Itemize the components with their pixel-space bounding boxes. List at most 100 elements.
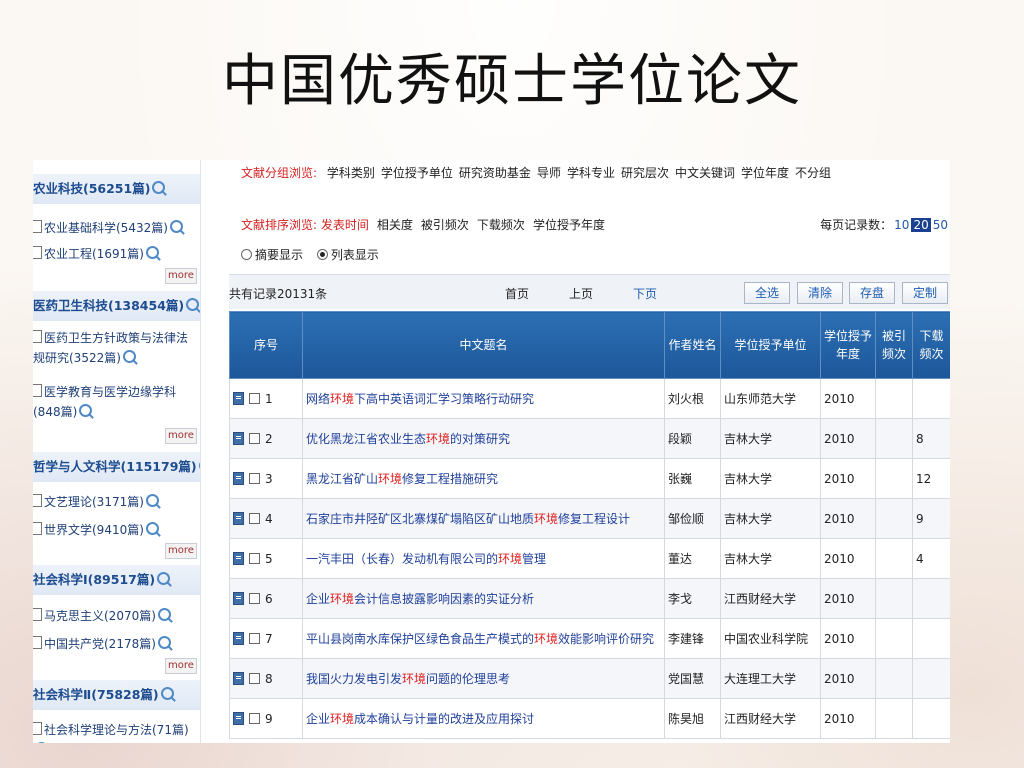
row-checkbox[interactable] (249, 392, 260, 404)
search-icon[interactable] (145, 522, 159, 535)
checkbox[interactable] (33, 636, 42, 649)
category-label[interactable]: 哲学与人文科学(115179篇) (33, 459, 197, 474)
search-icon[interactable] (157, 636, 171, 649)
title-text[interactable]: 的对策研究 (450, 432, 510, 446)
more-button[interactable]: more (165, 543, 197, 559)
category-head-social-2[interactable]: 社会科学Ⅱ(75828篇) (33, 680, 200, 710)
display-mode-list[interactable]: 列表显示 (331, 248, 379, 262)
author-cell[interactable]: 李建锋 (664, 618, 721, 659)
title-text[interactable]: 一汽丰田（长春）发动机有限公司的 (306, 552, 498, 566)
unit-cell[interactable]: 大连理工大学 (720, 658, 821, 699)
prev-page-link[interactable]: 上页 (569, 285, 593, 302)
header-year[interactable]: 学位授予年度 (820, 311, 876, 379)
category-head-agriculture[interactable]: 农业科技(56251篇) (33, 174, 200, 204)
document-icon[interactable] (233, 711, 244, 725)
header-downloads[interactable]: 下载频次 (912, 311, 950, 379)
title-text[interactable]: 成本确认与计量的改进及应用探讨 (354, 712, 534, 726)
group-option[interactable]: 学位年度 (741, 166, 789, 180)
title-text[interactable]: 企业 (306, 592, 330, 606)
search-icon[interactable] (122, 350, 136, 363)
select-all-button[interactable]: 全选 (744, 282, 791, 304)
table-row[interactable]: 3 黑龙江省矿山环境修复工程措施研究 张巍 吉林大学 2010 12 (229, 458, 950, 499)
sort-option[interactable]: 被引频次 (421, 218, 469, 232)
title-cell[interactable]: 石家庄市井陉矿区北寨煤矿塌陷区矿山地质环境修复工程设计 (302, 498, 665, 539)
group-option[interactable]: 不分组 (795, 166, 831, 180)
title-keyword[interactable]: 环境 (402, 672, 426, 686)
more-button[interactable]: more (165, 428, 197, 444)
search-icon[interactable] (35, 742, 48, 743)
group-option[interactable]: 研究资助基金 (459, 166, 531, 180)
subcategory-item[interactable]: 农业工程(1691篇) (33, 244, 200, 264)
search-icon[interactable] (79, 404, 93, 417)
title-text[interactable]: 平山县岗南水库保护区绿色食品生产模式的 (306, 632, 534, 646)
author-cell[interactable]: 党国慧 (664, 658, 721, 699)
group-option[interactable]: 研究层次 (621, 166, 669, 180)
search-icon[interactable] (157, 608, 171, 621)
subcategory-item[interactable]: 文艺理论(3171篇) (33, 492, 200, 512)
radio-abstract[interactable] (241, 249, 252, 260)
table-row[interactable]: 6 企业环境会计信息披露影响因素的实证分析 李戈 江西财经大学 2010 (229, 578, 950, 619)
row-checkbox[interactable] (249, 512, 260, 524)
group-option[interactable]: 学科类别 (327, 166, 375, 180)
search-icon[interactable] (157, 572, 171, 585)
group-option[interactable]: 导师 (537, 166, 561, 180)
subcategory-item[interactable]: 农业基础科学(5432篇) (33, 218, 200, 238)
document-icon[interactable] (233, 671, 244, 685)
title-cell[interactable]: 优化黑龙江省农业生态环境的对策研究 (302, 418, 665, 459)
document-icon[interactable] (233, 631, 244, 645)
title-text[interactable]: 会计信息披露影响因素的实证分析 (354, 592, 534, 606)
checkbox[interactable] (33, 246, 42, 259)
document-icon[interactable] (233, 511, 244, 525)
title-keyword[interactable]: 环境 (378, 472, 402, 486)
table-row[interactable]: 9 企业环境成本确认与计量的改进及应用探讨 陈昊旭 江西财经大学 2010 (229, 698, 950, 739)
header-author[interactable]: 作者姓名 (664, 311, 721, 379)
document-icon[interactable] (233, 391, 244, 405)
title-keyword[interactable]: 环境 (330, 712, 354, 726)
header-seq[interactable]: 序号 (229, 311, 303, 379)
author-cell[interactable]: 董达 (664, 538, 721, 579)
title-keyword[interactable]: 环境 (534, 512, 558, 526)
table-row[interactable]: 1 网络环境下高中英语词汇学习策略行动研究 刘火根 山东师范大学 2010 (229, 378, 950, 419)
group-option[interactable]: 学科专业 (567, 166, 615, 180)
author-cell[interactable]: 段颖 (664, 418, 721, 459)
search-icon[interactable] (145, 494, 159, 507)
category-head-social-1[interactable]: 社会科学Ⅰ(89517篇) (33, 565, 200, 595)
display-mode-abstract[interactable]: 摘要显示 (255, 248, 303, 262)
custom-button[interactable]: 定制 (902, 282, 949, 304)
subcategory-item[interactable]: 社会科学理论与方法(71篇) (33, 720, 200, 743)
subcategory-label[interactable]: 中国共产党(2178篇) (44, 637, 156, 651)
group-option[interactable]: 学位授予单位 (381, 166, 453, 180)
document-icon[interactable] (233, 431, 244, 445)
row-checkbox[interactable] (249, 672, 260, 684)
title-cell[interactable]: 一汽丰田（长春）发动机有限公司的环境管理 (302, 538, 665, 579)
category-label[interactable]: 社会科学Ⅰ(89517篇) (33, 572, 155, 587)
sort-option[interactable]: 相关度 (377, 218, 413, 232)
table-row[interactable]: 7 平山县岗南水库保护区绿色食品生产模式的环境效能影响评价研究 李建锋 中国农业科学院… (229, 618, 950, 659)
subcategory-item[interactable]: 医药卫生方针政策与法律法规研究(3522篇) (33, 328, 198, 368)
unit-cell[interactable]: 江西财经大学 (720, 578, 821, 619)
subcategory-label[interactable]: 马克思主义(2070篇) (44, 609, 156, 623)
category-head-humanities[interactable]: 哲学与人文科学(115179篇) (33, 452, 200, 482)
category-label[interactable]: 社会科学Ⅱ(75828篇) (33, 687, 159, 702)
checkbox[interactable] (33, 220, 42, 233)
search-icon[interactable] (198, 459, 200, 472)
subcategory-label[interactable]: 社会科学理论与方法(71篇) (44, 723, 189, 737)
title-text[interactable]: 我国火力发电引发 (306, 672, 402, 686)
author-cell[interactable]: 陈昊旭 (664, 698, 721, 739)
search-icon[interactable] (145, 246, 159, 259)
subcategory-item[interactable]: 中国共产党(2178篇) (33, 634, 200, 654)
search-icon[interactable] (160, 687, 174, 700)
title-text[interactable]: 下高中英语词汇学习策略行动研究 (354, 392, 534, 406)
document-icon[interactable] (233, 471, 244, 485)
subcategory-item[interactable]: 马克思主义(2070篇) (33, 606, 200, 626)
title-text[interactable]: 修复工程设计 (558, 512, 630, 526)
author-cell[interactable]: 邹俭顺 (664, 498, 721, 539)
table-row[interactable]: 5 一汽丰田（长春）发动机有限公司的环境管理 董达 吉林大学 2010 4 (229, 538, 950, 579)
author-cell[interactable]: 李戈 (664, 578, 721, 619)
row-checkbox[interactable] (249, 592, 260, 604)
more-button[interactable]: more (165, 268, 197, 284)
table-row[interactable]: 2 优化黑龙江省农业生态环境的对策研究 段颖 吉林大学 2010 8 (229, 418, 950, 459)
title-text[interactable]: 企业 (306, 712, 330, 726)
checkbox[interactable] (33, 522, 42, 535)
sort-option[interactable]: 下载频次 (477, 218, 525, 232)
